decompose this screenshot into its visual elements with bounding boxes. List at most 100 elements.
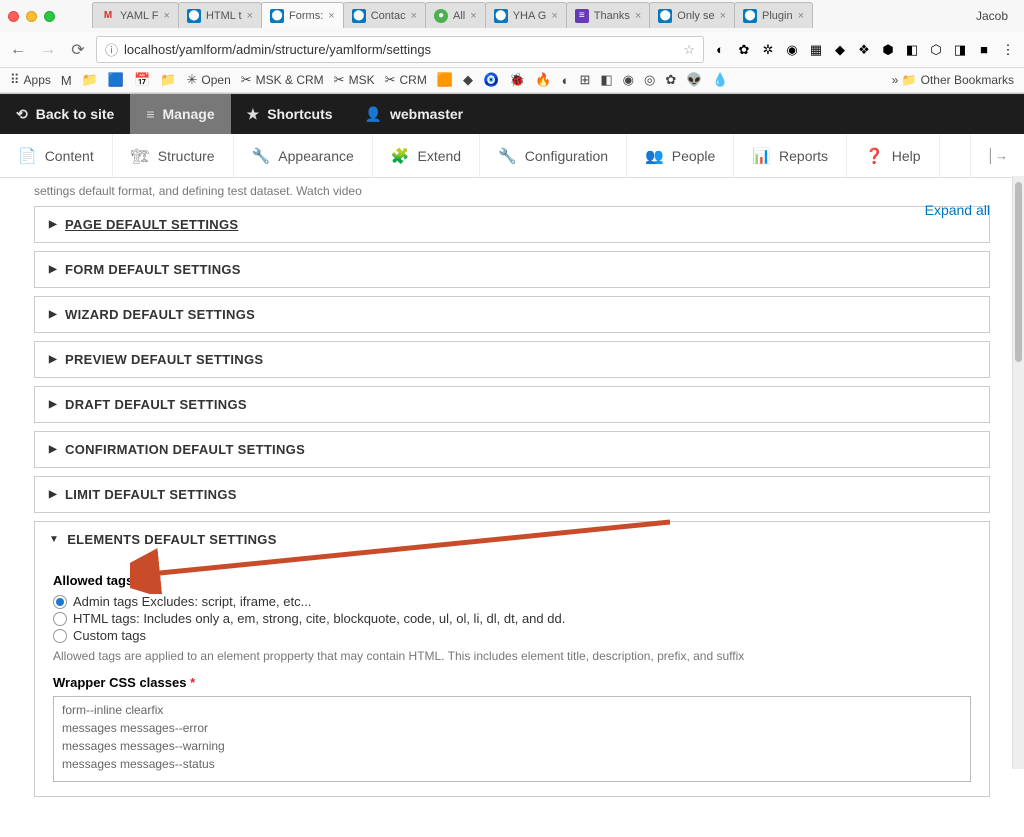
ext-icon[interactable]: ◧ — [902, 40, 922, 60]
address-bar[interactable]: ⓘ localhost/yamlform/admin/structure/yam… — [96, 36, 704, 63]
bookmark-item[interactable]: ✂MSK & CRM — [241, 72, 324, 88]
tab-close-icon[interactable]: × — [411, 10, 417, 22]
ext-icon[interactable]: ◆ — [830, 40, 850, 60]
ext-icon[interactable]: ✿ — [734, 40, 754, 60]
radio-icon[interactable] — [53, 629, 67, 643]
subtoolbar-reports[interactable]: 📊Reports — [734, 134, 847, 177]
browser-tab[interactable]: ⬤Plugin× — [734, 2, 813, 28]
bookmark-item[interactable]: 📁 — [160, 72, 176, 88]
bookmark-item[interactable]: 🔥 — [535, 72, 551, 88]
toolbar-webmaster[interactable]: 👤webmaster — [349, 94, 480, 134]
menu-icon[interactable]: ⋮ — [998, 40, 1018, 60]
tab-close-icon[interactable]: × — [551, 10, 557, 22]
bookmark-item[interactable]: 🟦 — [108, 72, 124, 88]
bookmark-item[interactable]: ⊞ — [579, 72, 590, 88]
scrollbar-thumb-icon[interactable] — [1015, 182, 1022, 362]
tab-close-icon[interactable]: × — [470, 10, 476, 22]
apps-button[interactable]: ⠿Apps — [10, 72, 51, 88]
section-summary[interactable]: CONFIRMATION DEFAULT SETTINGS — [35, 432, 989, 467]
toolbar-shortcuts[interactable]: ★Shortcuts — [231, 94, 349, 134]
section-preview-default-settings[interactable]: PREVIEW DEFAULT SETTINGS — [34, 341, 990, 378]
ext-icon[interactable]: ▦ — [806, 40, 826, 60]
other-bookmarks[interactable]: » 📁 Other Bookmarks — [892, 73, 1014, 87]
bookmark-item[interactable]: ◆ — [463, 72, 473, 88]
radio-icon[interactable] — [53, 595, 67, 609]
tab-close-icon[interactable]: × — [635, 10, 641, 22]
browser-tab[interactable]: ●All× — [425, 2, 486, 28]
tab-close-icon[interactable]: × — [720, 10, 726, 22]
wrapper-css-textarea[interactable]: form--inline clearfixmessages messages--… — [53, 696, 971, 782]
ext-icon[interactable]: ⬢ — [878, 40, 898, 60]
ext-icon[interactable]: ✲ — [758, 40, 778, 60]
section-limit-default-settings[interactable]: LIMIT DEFAULT SETTINGS — [34, 476, 990, 513]
browser-tab[interactable]: ⬤Contac× — [343, 2, 426, 28]
bookmark-item[interactable]: 📅 — [134, 72, 150, 88]
tab-close-icon[interactable]: × — [798, 10, 804, 22]
subtoolbar-people[interactable]: 👥People — [627, 134, 734, 177]
section-summary[interactable]: LIMIT DEFAULT SETTINGS — [35, 477, 989, 512]
tab-close-icon[interactable]: × — [164, 10, 170, 22]
bookmark-item[interactable]: 🧿 — [483, 72, 499, 88]
browser-tab[interactable]: ⬤Forms:× — [261, 2, 344, 28]
expand-all-link[interactable]: Expand all — [925, 202, 990, 218]
bookmark-item[interactable]: ◎ — [644, 72, 655, 88]
bookmark-item[interactable]: ◐ — [562, 73, 570, 88]
bookmark-item[interactable]: ✿ — [665, 72, 676, 88]
bookmark-item[interactable]: 💧 — [712, 72, 728, 88]
browser-tab[interactable]: MYAML F× — [92, 2, 179, 28]
bookmark-item[interactable]: 👽 — [686, 72, 702, 88]
bookmark-item[interactable]: 🐞 — [509, 72, 525, 88]
bookmark-item[interactable]: ✂CRM — [385, 72, 427, 88]
section-confirmation-default-settings[interactable]: CONFIRMATION DEFAULT SETTINGS — [34, 431, 990, 468]
radio-icon[interactable] — [53, 612, 67, 626]
window-minimize-icon[interactable] — [26, 11, 37, 22]
section-wizard-default-settings[interactable]: WIZARD DEFAULT SETTINGS — [34, 296, 990, 333]
section-draft-default-settings[interactable]: DRAFT DEFAULT SETTINGS — [34, 386, 990, 423]
tab-close-icon[interactable]: × — [247, 10, 253, 22]
section-summary[interactable]: PREVIEW DEFAULT SETTINGS — [35, 342, 989, 377]
ext-icon[interactable]: ■ — [974, 40, 994, 60]
ext-icon[interactable]: ◉ — [782, 40, 802, 60]
window-maximize-icon[interactable] — [44, 11, 55, 22]
browser-tab[interactable]: ⬤Only se× — [649, 2, 735, 28]
section-form-default-settings[interactable]: FORM DEFAULT SETTINGS — [34, 251, 990, 288]
section-elements-default-settings[interactable]: ELEMENTS DEFAULT SETTINGS Allowed tags *… — [34, 521, 990, 797]
bookmark-item[interactable]: ◉ — [623, 72, 634, 88]
tab-close-icon[interactable]: × — [328, 10, 334, 22]
bookmark-item[interactable]: ◧ — [600, 72, 612, 88]
allowed-tags-option[interactable]: Admin tags Excludes: script, iframe, etc… — [53, 594, 971, 609]
subtoolbar-extend[interactable]: 🧩Extend — [373, 134, 480, 177]
browser-tab[interactable]: ⬤YHA G× — [485, 2, 567, 28]
subtoolbar-help[interactable]: ❓Help — [847, 134, 939, 177]
chrome-profile[interactable]: Jacob — [976, 9, 1016, 23]
ext-icon[interactable]: ◐ — [710, 40, 730, 60]
subtoolbar-structure[interactable]: 🏗Structure — [113, 134, 234, 177]
ext-icon[interactable]: ◨ — [950, 40, 970, 60]
bookmark-item[interactable]: 🟧 — [437, 72, 453, 88]
bookmark-item[interactable]: ✂MSK — [334, 72, 375, 88]
bookmark-item[interactable]: M — [61, 72, 72, 88]
page-scrollbar[interactable] — [1012, 176, 1024, 769]
reload-button[interactable]: ⟳ — [66, 38, 90, 62]
toolbar-back-to-site[interactable]: ⟲Back to site — [0, 94, 130, 134]
subtoolbar-appearance[interactable]: 🔧Appearance — [234, 134, 373, 177]
browser-tab[interactable]: ⬤HTML t× — [178, 2, 262, 28]
section-summary[interactable]: PAGE DEFAULT SETTINGS — [35, 207, 989, 242]
window-close-icon[interactable] — [8, 11, 19, 22]
section-summary[interactable]: ELEMENTS DEFAULT SETTINGS — [35, 522, 989, 557]
bookmark-item[interactable]: 📁 — [82, 72, 98, 88]
ext-icon[interactable]: ❖ — [854, 40, 874, 60]
bookmark-star-icon[interactable]: ☆ — [683, 42, 695, 58]
section-summary[interactable]: WIZARD DEFAULT SETTINGS — [35, 297, 989, 332]
bookmark-item[interactable]: ✳Open — [186, 72, 230, 88]
section-summary[interactable]: DRAFT DEFAULT SETTINGS — [35, 387, 989, 422]
site-info-icon[interactable]: ⓘ — [105, 40, 118, 59]
leave-icon[interactable]: │→ — [970, 134, 1024, 177]
toolbar-manage[interactable]: ≡Manage — [130, 94, 230, 134]
browser-tab[interactable]: ≡Thanks× — [566, 2, 651, 28]
ext-icon[interactable]: ⬡ — [926, 40, 946, 60]
subtoolbar-configuration[interactable]: 🔧Configuration — [480, 134, 627, 177]
allowed-tags-option[interactable]: HTML tags: Includes only a, em, strong, … — [53, 611, 971, 626]
back-button[interactable]: ← — [6, 38, 30, 62]
subtoolbar-content[interactable]: 📄Content — [0, 134, 113, 177]
